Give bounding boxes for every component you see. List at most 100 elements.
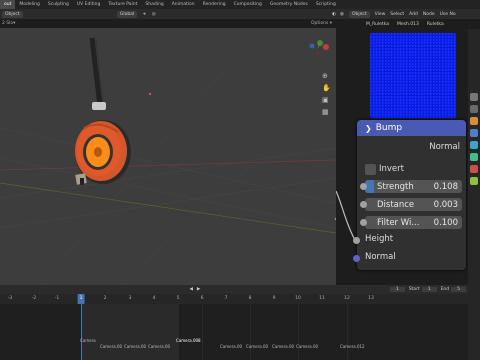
tab-layout[interactable]: out (0, 0, 16, 9)
camera-marker[interactable]: Camera (80, 338, 96, 343)
tab-uv-editing[interactable]: UV Editing (73, 0, 104, 9)
strength-label: Strength (377, 181, 414, 192)
camera-marker[interactable]: Camera.00 (100, 344, 122, 349)
camera-marker[interactable]: Camera.012 (340, 344, 365, 349)
camera-marker[interactable]: Camera.00 (272, 344, 294, 349)
tab-geometry-nodes[interactable]: Geometry Nodes (266, 0, 312, 9)
height-socket[interactable] (353, 237, 360, 244)
filter-width-socket[interactable] (360, 219, 367, 226)
viewport-header: Object Global ⌖ ◎ ◐ (0, 9, 336, 19)
invert-label: Invert (379, 164, 404, 174)
distance-socket[interactable] (360, 201, 367, 208)
menu-node[interactable]: Node (423, 12, 435, 17)
tick-label: 2 (103, 296, 107, 301)
tab-rendering[interactable]: Rendering (199, 0, 230, 9)
tab-sculpting[interactable]: Sculpting (44, 0, 73, 9)
tick-label: 12 (344, 296, 350, 301)
tick-label: 3 (128, 296, 132, 301)
timeline-header: ◀ ▶ 1 Start 1 End 5 (0, 285, 480, 294)
strength-socket[interactable] (360, 183, 367, 190)
modifier-tab-icon[interactable] (470, 129, 478, 137)
tape-strap (89, 37, 106, 110)
tab-modeling[interactable]: Modeling (15, 0, 43, 9)
material-tab-icon[interactable] (470, 165, 478, 173)
tab-texture-paint[interactable]: Texture Paint (104, 0, 141, 9)
editor-type-icon[interactable]: ◍ (340, 12, 344, 17)
camera-marker-active[interactable]: Camera.008 (176, 338, 201, 343)
tab-compositing[interactable]: Compositing (230, 0, 266, 9)
menu-select[interactable]: Select (390, 12, 404, 17)
tab-scripting[interactable]: Scripting (312, 0, 340, 9)
filter-width-field[interactable]: Filter Wi... 0.100 (360, 216, 462, 229)
strength-field[interactable]: Strength 0.108 (360, 180, 462, 193)
camera-view-icon: ▣ (322, 96, 329, 104)
proportional-icon[interactable]: ◎ (152, 12, 156, 17)
node-mode-select[interactable]: Object (348, 10, 370, 18)
viewport-scene: ⊕ ✋ ▣ ▦ (0, 28, 336, 285)
y-axis-line (0, 182, 336, 234)
tick-label: 10 (295, 296, 301, 301)
filter-width-label: Filter Wi... (377, 217, 420, 228)
tool-tab-icon[interactable] (470, 93, 478, 101)
camera-marker[interactable]: Camera.00 (148, 344, 170, 349)
breadcrumb-material[interactable]: Ruletka (427, 22, 444, 27)
tick-label: -3 (7, 296, 13, 301)
strength-value: 0.108 (433, 181, 458, 192)
options-button[interactable]: Options ▾ (311, 21, 332, 26)
tab-shading[interactable]: Shading (141, 0, 167, 9)
tape-measure-model (75, 120, 131, 185)
tab-animation[interactable]: Animation (168, 0, 199, 9)
current-frame-field[interactable]: 1 (389, 287, 405, 292)
play-reverse-icon[interactable]: ◀ (189, 287, 192, 292)
timeline-ruler[interactable]: -3 -2 -1 1 2 3 4 5 6 7 8 9 10 11 12 13 (0, 294, 468, 304)
tick-label: 5 (176, 296, 180, 301)
workspace-tabs: out Modeling Sculpting UV Editing Textur… (0, 0, 480, 9)
camera-marker[interactable]: Camera.00 (220, 344, 242, 349)
play-icon[interactable]: ▶ (197, 287, 200, 292)
filter-width-value: 0.100 (433, 217, 458, 228)
tick-label: 11 (319, 296, 325, 301)
breadcrumb-mesh[interactable]: Mesh.013 (397, 22, 419, 27)
end-field[interactable]: 5 (451, 287, 466, 292)
start-field[interactable]: 1 (421, 287, 437, 292)
render-tab-icon[interactable] (470, 105, 478, 113)
collapse-chevron-icon[interactable]: ❯ (365, 124, 372, 133)
particles-tab-icon[interactable] (470, 141, 478, 149)
camera-marker[interactable]: Camera.00 (296, 344, 318, 349)
slot-select[interactable]: 2 Slo▾ (2, 21, 15, 26)
object-tab-icon[interactable] (470, 117, 478, 125)
physics-tab-icon[interactable] (470, 153, 478, 161)
bump-node-header[interactable]: ❯ Bump (357, 120, 466, 136)
menu-view[interactable]: View (375, 12, 386, 17)
orientation-select[interactable]: Global (116, 10, 138, 18)
distance-value: 0.003 (433, 199, 458, 210)
invert-checkbox[interactable] (365, 164, 376, 175)
x-axis-line (0, 159, 336, 171)
normal-input-label: Normal (365, 252, 396, 262)
properties-tabs (468, 29, 480, 285)
snap-icon[interactable]: ⌖ (143, 11, 146, 17)
playhead-line[interactable] (81, 304, 82, 360)
tick-label: -1 (54, 296, 60, 301)
zoom-icon: ⊕ (322, 72, 328, 80)
tick-label: 7 (224, 296, 228, 301)
start-label: Start (408, 287, 420, 292)
bump-node[interactable]: ❯ Bump Normal Invert Strength 0.108 Dist… (353, 120, 466, 270)
menu-add[interactable]: Add (409, 12, 418, 17)
current-frame-marker[interactable]: 1 (77, 294, 85, 304)
data-tab-icon[interactable] (470, 177, 478, 185)
distance-field[interactable]: Distance 0.003 (360, 198, 462, 211)
timeline-area[interactable]: Camera Camera.00 Camera.00 Camera.008 Ca… (0, 304, 468, 360)
camera-marker[interactable]: Camera.00 (124, 344, 146, 349)
normal-input-socket[interactable] (353, 255, 360, 262)
use-nodes-toggle[interactable]: Use No (440, 12, 456, 17)
3d-viewport[interactable]: ⊕ ✋ ▣ ▦ (0, 28, 336, 285)
camera-marker[interactable]: Camera.00 (246, 344, 268, 349)
breadcrumb: M_Ruletka Mesh.013 Ruletka (336, 19, 480, 29)
tick-label: -2 (31, 296, 37, 301)
noise-texture-preview[interactable] (370, 33, 456, 118)
node-editor-header: ◍ Object View Select Add Node Use No (336, 9, 480, 19)
breadcrumb-object[interactable]: M_Ruletka (366, 22, 389, 27)
navigation-gizmo (309, 40, 329, 55)
mode-select[interactable]: Object (2, 10, 23, 18)
